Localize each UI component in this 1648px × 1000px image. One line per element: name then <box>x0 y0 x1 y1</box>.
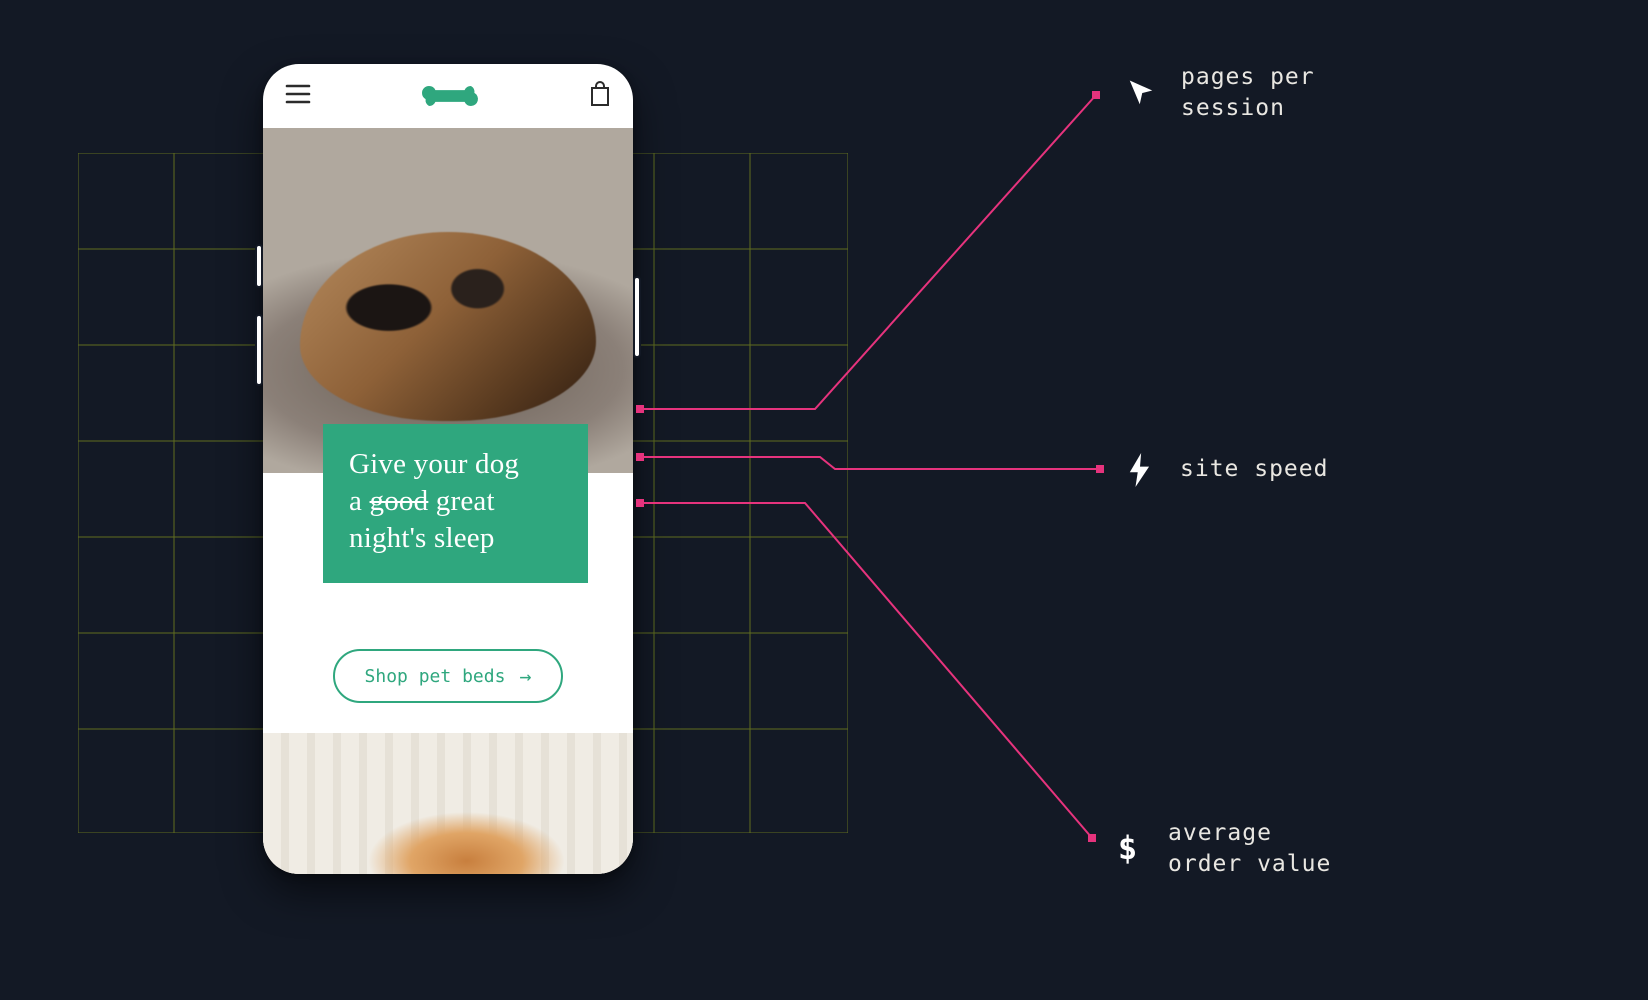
phone-side-button <box>633 276 641 358</box>
phone-mockup: Shop pet beds → Give your dog a good gre… <box>263 64 633 874</box>
hero-headline-l2-post: great <box>428 485 494 517</box>
shop-pet-beds-button[interactable]: Shop pet beds → <box>333 649 564 703</box>
hero-image-dog-sleeping <box>263 128 633 473</box>
hero-headline-line1: Give your dog <box>349 446 562 483</box>
dollar-icon: $ <box>1110 831 1146 867</box>
metric-average-order-value: $ average order value <box>1110 818 1331 880</box>
cta-label: Shop pet beds <box>365 666 506 687</box>
metric-label: average order value <box>1168 818 1331 880</box>
metric-pages-per-session: pages per session <box>1123 62 1315 124</box>
phone-side-button <box>255 314 263 386</box>
phone-side-button <box>255 244 263 288</box>
hero-headline-card: Give your dog a good great night's sleep <box>323 424 588 583</box>
bone-logo-icon <box>419 83 481 109</box>
hero-headline-l2-pre: a <box>349 485 370 517</box>
hero-headline-line2: a good great <box>349 483 562 520</box>
metric-connectors <box>0 0 1648 1000</box>
arrow-right-icon: → <box>519 664 531 688</box>
hamburger-menu-icon[interactable] <box>285 84 311 108</box>
hero-headline-strike: good <box>370 485 429 517</box>
metric-label: pages per session <box>1181 62 1315 124</box>
phone-header <box>263 64 633 128</box>
cursor-icon <box>1123 75 1159 111</box>
metric-label: site speed <box>1180 454 1328 485</box>
lightning-icon <box>1122 452 1158 488</box>
metric-site-speed: site speed <box>1122 452 1328 488</box>
hero-headline-line3: night's sleep <box>349 520 562 557</box>
shopping-bag-icon[interactable] <box>589 81 611 111</box>
secondary-image-dog-blanket <box>263 733 633 874</box>
